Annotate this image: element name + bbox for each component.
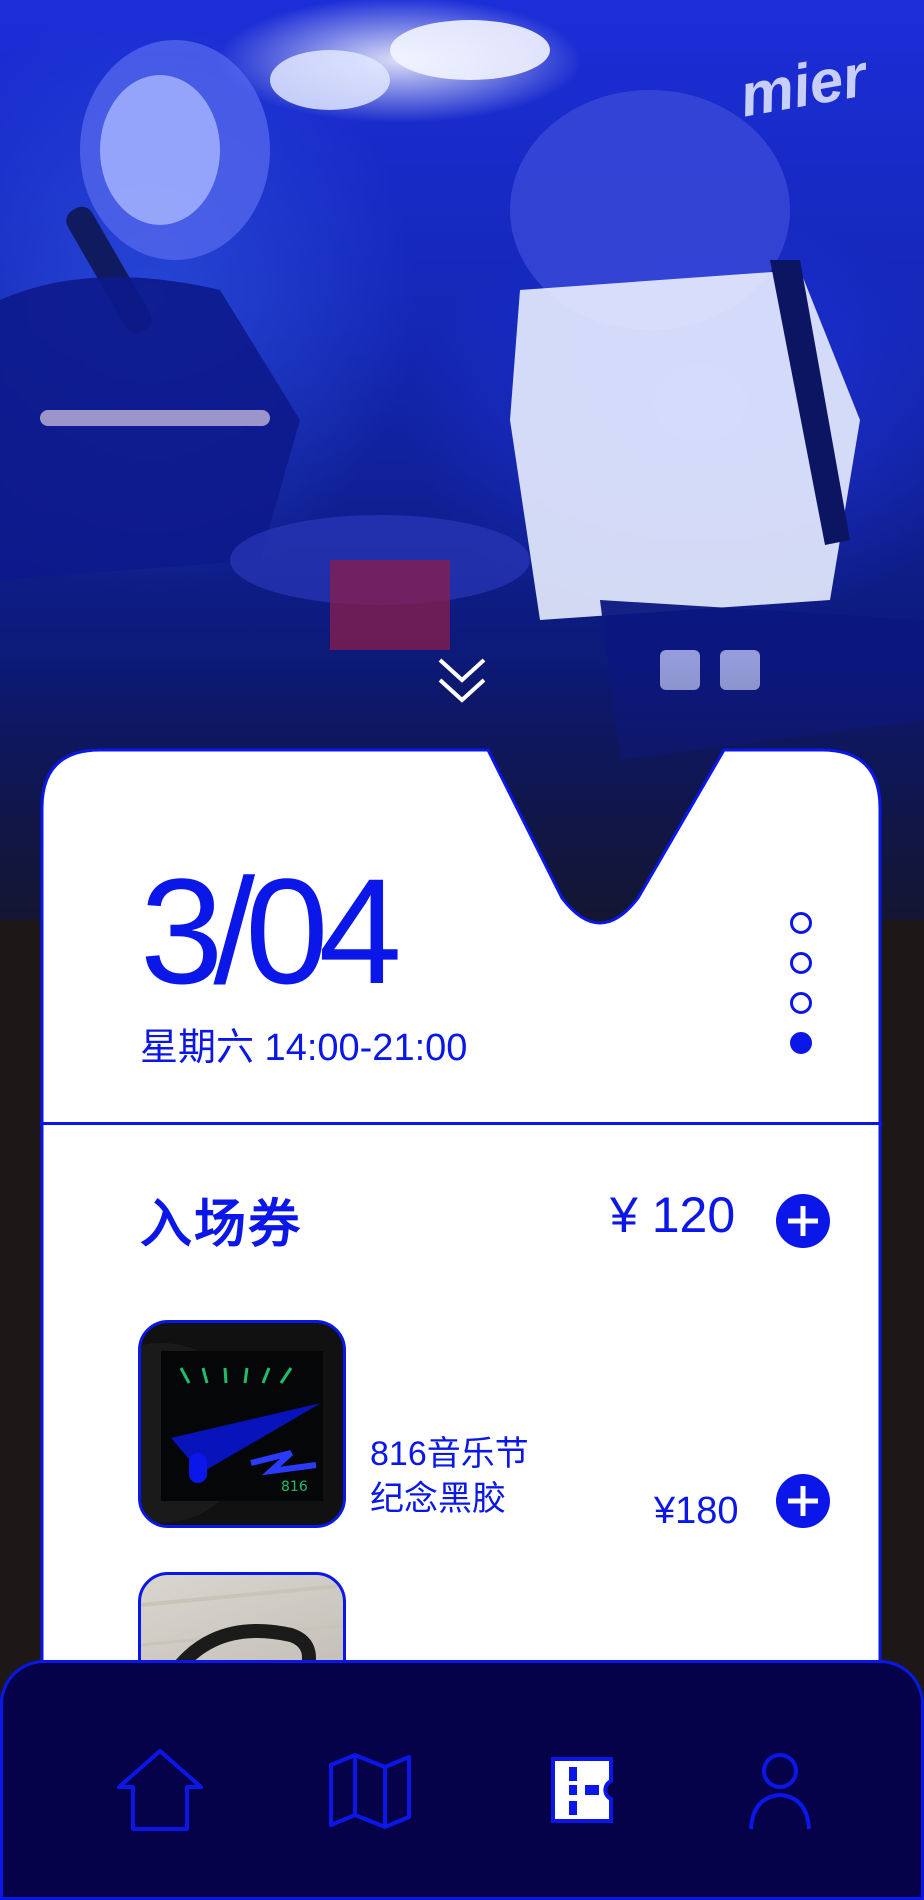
tab-home[interactable] <box>115 1745 205 1835</box>
ticket-price: ¥ 120 <box>610 1187 736 1243</box>
page-dot[interactable] <box>790 992 812 1014</box>
page-indicator[interactable] <box>790 912 814 1072</box>
product-name-line: 纪念黑胶 <box>370 1480 506 1518</box>
product-name-line: 816音乐节 <box>370 1435 529 1473</box>
plus-icon <box>788 1206 818 1236</box>
event-weekday-time: 星期六 14:00-21:00 <box>140 1027 468 1069</box>
bottom-navigation <box>0 1660 924 1900</box>
divider <box>40 1122 882 1125</box>
page-dot-active[interactable] <box>790 1032 812 1054</box>
ticket-label: 入场券 <box>140 1196 303 1254</box>
profile-icon <box>749 1753 811 1830</box>
map-icon <box>329 1753 411 1829</box>
event-date: 3/04 <box>140 847 402 1015</box>
tab-map[interactable] <box>325 1745 415 1835</box>
svg-text:816: 816 <box>281 1479 308 1495</box>
tab-profile[interactable] <box>735 1745 825 1835</box>
plus-icon <box>788 1486 818 1516</box>
vinyl-product-image[interactable]: 816 <box>138 1320 346 1528</box>
ticket-card: 3/04 星期六 14:00-21:00 入场券 ¥ 120 816 816音乐… <box>40 748 882 1808</box>
ticket-icon <box>551 1757 613 1823</box>
svg-text:mier: mier <box>735 41 875 130</box>
home-icon <box>117 1749 203 1831</box>
add-ticket-button[interactable] <box>776 1194 830 1248</box>
product-price: ¥180 <box>654 1490 739 1532</box>
product-name: 816音乐节 纪念黑胶 <box>370 1432 529 1522</box>
page-dot[interactable] <box>790 952 812 974</box>
page-dot[interactable] <box>790 912 812 934</box>
add-vinyl-button[interactable] <box>776 1474 830 1528</box>
tab-tickets[interactable] <box>539 1745 629 1835</box>
